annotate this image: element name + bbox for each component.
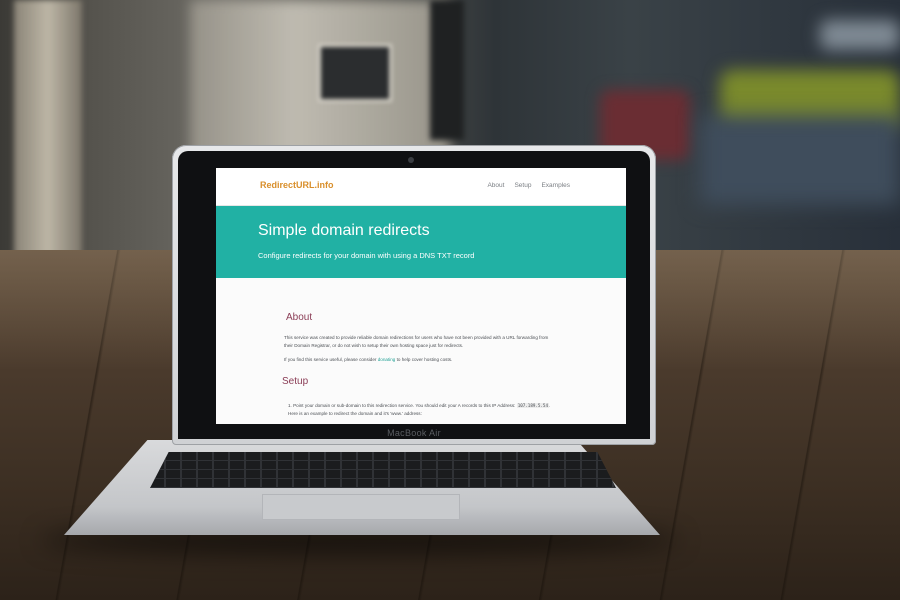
about-text: This service was created to provide reli… xyxy=(284,335,549,348)
camera-icon xyxy=(408,157,414,163)
about-heading: About xyxy=(286,312,313,323)
donate-text: If you find this service useful, please … xyxy=(284,356,549,364)
hero-title: Simple domain redirects xyxy=(258,222,430,239)
laptop-label: MacBook Air xyxy=(387,428,441,438)
hero-subtitle: Configure redirects for your domain with… xyxy=(258,251,475,260)
background-monitor xyxy=(318,44,392,102)
site-brand[interactable]: RedirectURL.info xyxy=(260,180,334,190)
setup-heading: Setup xyxy=(282,376,309,387)
background-sofa-base xyxy=(700,115,900,205)
setup-step: 1. Point your domain or sub-domain to th… xyxy=(288,402,553,418)
laptop-trackpad xyxy=(262,494,460,520)
background-lamp xyxy=(820,20,900,50)
donate-link[interactable]: donating xyxy=(378,357,396,362)
site-navbar: RedirectURL.info About Setup Examples xyxy=(216,168,626,206)
donate-text-after: to help cover hosting costs. xyxy=(395,357,453,362)
nav-links: About Setup Examples xyxy=(487,182,570,189)
setup-ip: 107.189.5.54 xyxy=(516,403,549,408)
background-doorframe xyxy=(430,0,464,140)
donate-text-before: If you find this service useful, please … xyxy=(284,357,378,362)
keyboard-keys xyxy=(150,452,616,488)
background-pillar xyxy=(14,0,82,280)
laptop-keyboard xyxy=(150,452,616,488)
nav-examples[interactable]: Examples xyxy=(541,182,570,189)
laptop-screen: RedirectURL.info About Setup Examples Si… xyxy=(216,168,626,424)
hero-banner: Simple domain redirects Configure redire… xyxy=(216,206,626,278)
nav-setup[interactable]: Setup xyxy=(514,182,531,189)
nav-about[interactable]: About xyxy=(487,182,504,189)
setup-step-text: 1. Point your domain or sub-domain to th… xyxy=(288,403,517,408)
